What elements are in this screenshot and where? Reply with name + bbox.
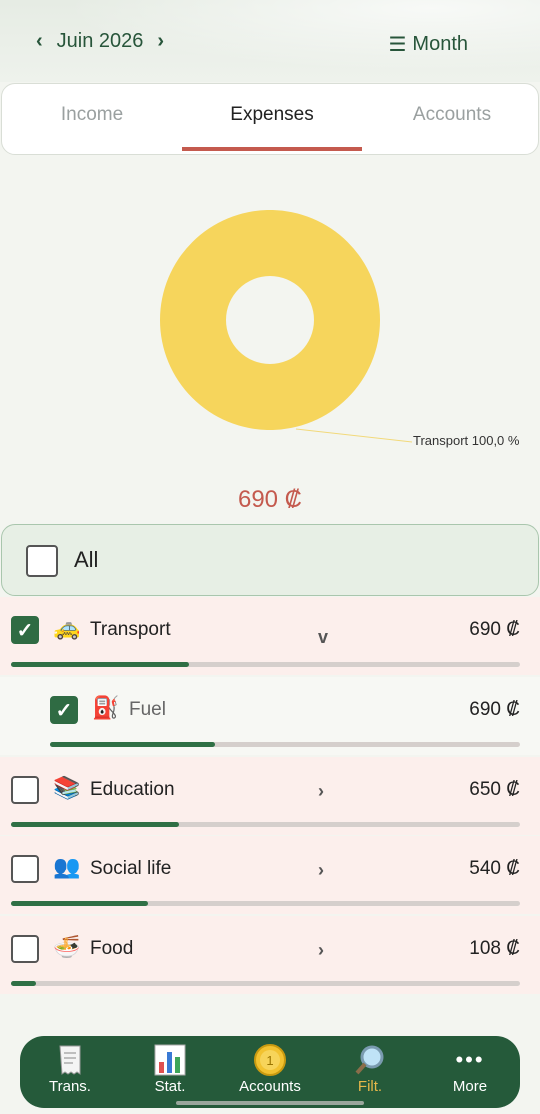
menu-icon: ☰ bbox=[388, 34, 407, 56]
category-icon: 👥 bbox=[53, 854, 81, 879]
category-checkbox[interactable]: ✓ bbox=[50, 696, 78, 724]
home-indicator bbox=[176, 1101, 364, 1105]
category-icon: 🚕 bbox=[53, 615, 81, 640]
category-checkbox[interactable] bbox=[11, 776, 39, 804]
period-selector[interactable]: ☰ Month bbox=[388, 32, 468, 57]
category-label: Transport bbox=[90, 619, 171, 640]
chevron-left-icon[interactable]: ‹ bbox=[36, 30, 43, 53]
svg-text:1: 1 bbox=[266, 1053, 273, 1068]
subcategory-row[interactable]: ✓ ⛽ Fuel 690 ₡ bbox=[0, 677, 540, 755]
category-row[interactable]: 👥 Social life › 540 ₡ bbox=[0, 836, 540, 914]
total-amount: 690 ₡ bbox=[237, 486, 303, 513]
category-label: Social life bbox=[90, 858, 172, 879]
category-amount: 690 ₡ bbox=[469, 619, 520, 640]
select-all-checkbox[interactable] bbox=[26, 545, 58, 577]
tab-bar: Income Expenses Accounts bbox=[1, 83, 539, 155]
category-amount: 650 ₡ bbox=[469, 779, 520, 800]
more-dots-icon: ••• bbox=[455, 1047, 485, 1072]
bottom-navigation: Trans. Stat. 1 Accounts Filt. ••• More bbox=[20, 1036, 520, 1108]
category-label: Food bbox=[90, 938, 134, 959]
nav-filter[interactable]: Filt. bbox=[320, 1042, 420, 1095]
chevron-down-icon[interactable]: v bbox=[318, 627, 328, 648]
category-progress-bar bbox=[11, 981, 520, 986]
category-progress-fill bbox=[50, 742, 215, 747]
nav-statistics[interactable]: Stat. bbox=[120, 1042, 220, 1095]
select-all-row[interactable]: All bbox=[1, 524, 539, 596]
category-icon: 📚 bbox=[53, 775, 81, 800]
category-progress-bar bbox=[11, 662, 520, 667]
category-label: Education bbox=[90, 779, 175, 800]
bar-chart-icon bbox=[120, 1042, 220, 1078]
nav-label: Accounts bbox=[239, 1078, 301, 1095]
category-progress-bar bbox=[11, 901, 520, 906]
category-progress-fill bbox=[11, 901, 148, 906]
nav-label: More bbox=[452, 1078, 488, 1095]
nav-label: Stat. bbox=[154, 1078, 186, 1095]
category-progress-bar bbox=[11, 822, 520, 827]
month-navigator: ‹ Juin 2026 › bbox=[36, 30, 164, 53]
receipt-icon bbox=[20, 1042, 120, 1078]
chevron-right-icon[interactable]: › bbox=[318, 781, 324, 802]
category-checkbox[interactable] bbox=[11, 935, 39, 963]
nav-label: Filt. bbox=[357, 1078, 383, 1095]
category-label: Fuel bbox=[129, 699, 166, 720]
nav-label: Trans. bbox=[49, 1078, 91, 1095]
category-icon: 🍜 bbox=[53, 934, 81, 959]
pie-slice-transport[interactable] bbox=[160, 210, 380, 430]
category-progress-bar bbox=[50, 742, 520, 747]
tab-income[interactable]: Income bbox=[2, 104, 182, 126]
category-progress-fill bbox=[11, 822, 179, 827]
category-checkbox[interactable] bbox=[11, 855, 39, 883]
category-amount: 540 ₡ bbox=[469, 858, 520, 879]
coin-icon: 1 bbox=[220, 1042, 320, 1078]
chevron-right-icon[interactable]: › bbox=[318, 860, 324, 881]
current-month[interactable]: Juin 2026 bbox=[57, 30, 144, 53]
period-label: Month bbox=[412, 33, 468, 55]
tab-accounts[interactable]: Accounts bbox=[362, 104, 540, 126]
tab-expenses[interactable]: Expenses bbox=[182, 104, 362, 126]
category-checkbox[interactable]: ✓ bbox=[11, 616, 39, 644]
nav-more[interactable]: ••• More bbox=[420, 1042, 520, 1095]
nav-accounts[interactable]: 1 Accounts bbox=[220, 1042, 320, 1095]
expense-donut-chart[interactable] bbox=[160, 210, 380, 430]
category-amount: 690 ₡ bbox=[469, 699, 520, 720]
category-amount: 108 ₡ bbox=[469, 938, 520, 959]
chevron-right-icon[interactable]: › bbox=[318, 940, 324, 961]
magnifier-icon bbox=[320, 1042, 420, 1078]
category-row[interactable]: ✓ 🚕 Transport v 690 ₡ bbox=[0, 597, 540, 675]
category-row[interactable]: 📚 Education › 650 ₡ bbox=[0, 757, 540, 835]
category-row[interactable]: 🍜 Food › 108 ₡ bbox=[0, 916, 540, 994]
active-tab-indicator bbox=[182, 147, 362, 151]
select-all-label: All bbox=[74, 547, 99, 572]
chevron-right-icon[interactable]: › bbox=[157, 30, 164, 53]
category-progress-fill bbox=[11, 662, 189, 667]
category-icon: ⛽ bbox=[92, 695, 120, 720]
chart-slice-label: Transport 100,0 % bbox=[413, 433, 520, 448]
category-progress-fill bbox=[11, 981, 36, 986]
nav-transactions[interactable]: Trans. bbox=[20, 1042, 120, 1095]
